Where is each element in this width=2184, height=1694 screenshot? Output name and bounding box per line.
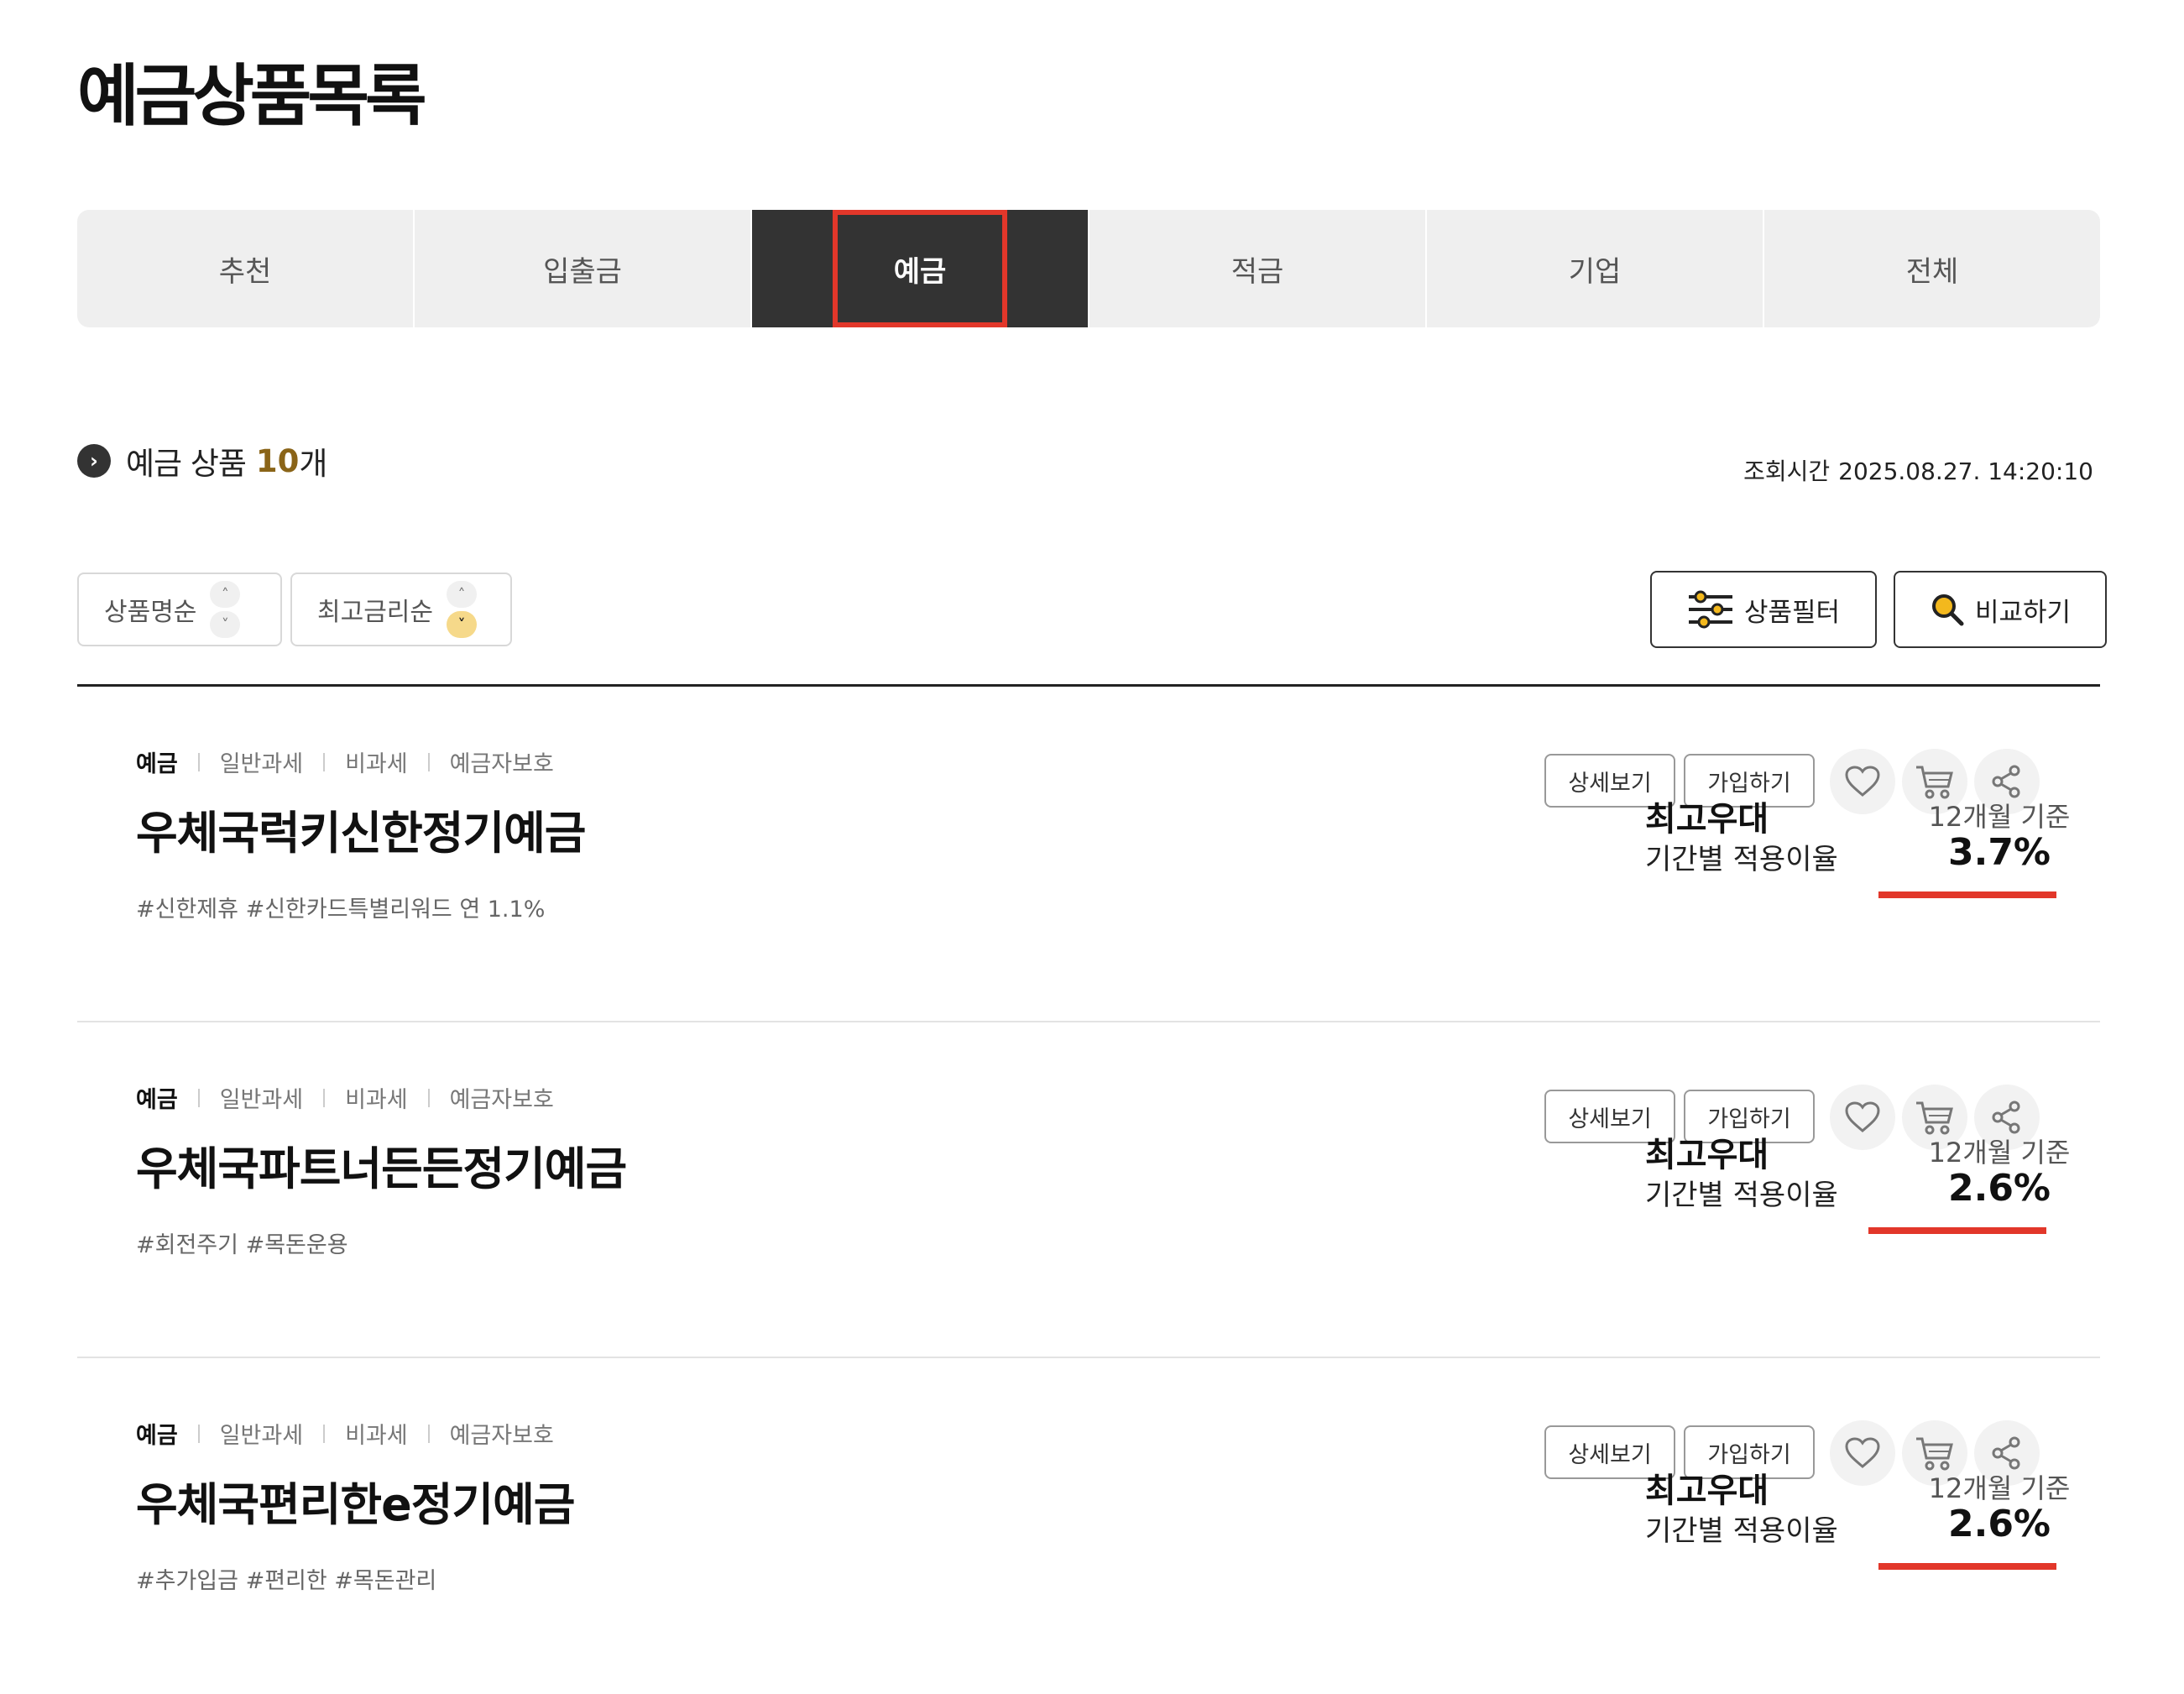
chevron-up-icon[interactable]: ˄ bbox=[447, 581, 477, 608]
sort-by-top-rate[interactable]: 최고금리순 ˄ ˅ bbox=[290, 573, 512, 646]
lookup-time-label: 조회시간 bbox=[1743, 457, 1831, 485]
rate-underline bbox=[1868, 1227, 2046, 1234]
page-title: 예금상품목록 bbox=[77, 57, 427, 135]
rate-value: 2.6% bbox=[1947, 1167, 2051, 1210]
product-tag: 예금 bbox=[136, 1423, 178, 1449]
rate-subtitle: 기간별 적용이율 bbox=[1645, 1179, 1838, 1212]
heart-icon[interactable] bbox=[1830, 749, 1895, 814]
heart-icon[interactable] bbox=[1830, 1085, 1895, 1150]
product-hashtags: #회전주기 #목돈운용 bbox=[136, 1232, 348, 1258]
tab-recommended[interactable]: 추천 bbox=[77, 210, 415, 327]
product-tags: 예금 일반과세 비과세 예금자보호 bbox=[136, 1081, 554, 1114]
rate-value: 3.7% bbox=[1947, 831, 2051, 874]
lookup-time-value: 2025.08.27. 14:20:10 bbox=[1838, 457, 2093, 485]
tab-savings[interactable]: 적금 bbox=[1089, 210, 1427, 327]
product-item: 예금 일반과세 비과세 예금자보호 우체국편리한e정기예금 #추가입금 #편리한… bbox=[77, 1358, 2100, 1694]
product-item: 예금 일반과세 비과세 예금자보호 우체국파트너든든정기예금 #회전주기 #목돈… bbox=[77, 1022, 2100, 1358]
tab-label: 추천 bbox=[218, 254, 272, 289]
compare-button[interactable]: 비교하기 bbox=[1894, 571, 2107, 648]
rate-underline bbox=[1878, 891, 2056, 898]
product-tag: 예금 bbox=[136, 751, 178, 777]
product-tag: 예금자보호 bbox=[408, 1417, 554, 1450]
chevron-down-icon[interactable]: ˅ bbox=[210, 611, 241, 638]
count-unit: 개 bbox=[299, 446, 328, 482]
count-label: 예금 상품 bbox=[126, 446, 247, 482]
product-count: › 예금 상품 10 개 bbox=[77, 438, 327, 484]
rate-title: 최고우대 bbox=[1645, 800, 1769, 839]
tab-label: 입출금 bbox=[543, 254, 622, 289]
count-number: 10 bbox=[255, 442, 300, 479]
tab-checking[interactable]: 입출금 bbox=[415, 210, 752, 327]
product-name[interactable]: 우체국파트너든든정기예금 bbox=[136, 1132, 627, 1198]
product-name[interactable]: 우체국럭키신한정기예금 bbox=[136, 796, 586, 862]
rate-subtitle: 기간별 적용이율 bbox=[1645, 843, 1838, 876]
heart-icon[interactable] bbox=[1830, 1420, 1895, 1486]
product-item: 예금 일반과세 비과세 예금자보호 우체국럭키신한정기예금 #신한제휴 #신한카… bbox=[77, 687, 2100, 1022]
chevron-right-icon: › bbox=[77, 444, 111, 478]
sort-by-name[interactable]: 상품명순 ˄ ˅ bbox=[77, 573, 282, 646]
chevron-down-icon[interactable]: ˅ bbox=[447, 611, 477, 638]
tab-highlight-box bbox=[833, 210, 1007, 327]
product-hashtags: #추가입금 #편리한 #목돈관리 bbox=[136, 1568, 437, 1594]
rate-subtitle: 기간별 적용이율 bbox=[1645, 1514, 1838, 1548]
rate-period: 12개월 기준 bbox=[1928, 1472, 2071, 1504]
category-tabs: 추천 입출금 예금 적금 기업 전체 bbox=[77, 210, 2100, 327]
product-tag: 비과세 bbox=[303, 1417, 408, 1450]
rate-value: 2.6% bbox=[1947, 1503, 2051, 1545]
lookup-time: 조회시간 2025.08.27. 14:20:10 bbox=[1743, 453, 2093, 487]
product-tag: 비과세 bbox=[303, 745, 408, 778]
product-hashtags: #신한제휴 #신한카드특별리워드 연 1.1% bbox=[136, 897, 546, 923]
tab-all[interactable]: 전체 bbox=[1764, 210, 2100, 327]
product-tag: 예금자보호 bbox=[408, 1081, 554, 1114]
product-tag: 비과세 bbox=[303, 1081, 408, 1114]
product-name[interactable]: 우체국편리한e정기예금 bbox=[136, 1467, 575, 1534]
rate-title: 최고우대 bbox=[1645, 1472, 1769, 1510]
product-tag: 예금자보호 bbox=[408, 745, 554, 778]
chevron-up-icon[interactable]: ˄ bbox=[210, 581, 241, 608]
product-tag: 일반과세 bbox=[178, 745, 303, 778]
filter-sliders-icon bbox=[1687, 590, 1734, 629]
tab-deposit[interactable]: 예금 bbox=[752, 210, 1089, 327]
product-tag: 일반과세 bbox=[178, 1417, 303, 1450]
product-tag: 일반과세 bbox=[178, 1081, 303, 1114]
tab-label: 기업 bbox=[1568, 254, 1622, 289]
rate-underline bbox=[1878, 1563, 2056, 1570]
sort-label: 최고금리순 bbox=[317, 598, 433, 627]
product-tags: 예금 일반과세 비과세 예금자보호 bbox=[136, 745, 554, 778]
product-tag: 예금 bbox=[136, 1087, 178, 1113]
rate-period: 12개월 기준 bbox=[1928, 1137, 2071, 1169]
rate-period: 12개월 기준 bbox=[1928, 801, 2071, 833]
product-filter-button[interactable]: 상품필터 bbox=[1650, 571, 1877, 648]
tab-business[interactable]: 기업 bbox=[1427, 210, 1764, 327]
tab-label: 적금 bbox=[1230, 254, 1284, 289]
rate-title: 최고우대 bbox=[1645, 1136, 1769, 1174]
compare-label: 비교하기 bbox=[1974, 597, 2072, 628]
tab-label: 전체 bbox=[1905, 254, 1959, 289]
magnifier-icon bbox=[1930, 592, 1965, 627]
product-tags: 예금 일반과세 비과세 예금자보호 bbox=[136, 1417, 554, 1450]
filter-label: 상품필터 bbox=[1743, 597, 1841, 628]
sort-label: 상품명순 bbox=[104, 598, 197, 627]
